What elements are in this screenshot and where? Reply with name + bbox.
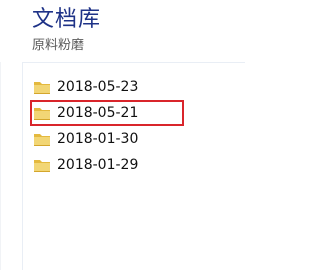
- library-title: 文档库: [32, 7, 102, 32]
- folder-item-2018-05-23[interactable]: 2018-05-23: [31, 75, 183, 99]
- folder-item-2018-05-21[interactable]: 2018-05-21: [30, 100, 184, 126]
- folder-name: 2018-05-21: [57, 105, 139, 121]
- folder-name: 2018-05-23: [57, 79, 139, 95]
- folder-list: 2018-05-23 2018-05-21 2018-01-30 2018-01…: [30, 75, 184, 179]
- library-header: 文档库 原料粉磨: [0, 0, 244, 62]
- folder-name: 2018-01-30: [57, 131, 139, 147]
- folder-name: 2018-01-29: [57, 157, 139, 173]
- library-subtitle: 原料粉磨: [32, 38, 85, 53]
- explorer-window: 文档库 原料粉磨 2018-05-23 2018-05-21 2018-01-3…: [0, 0, 245, 270]
- folder-item-2018-01-30[interactable]: 2018-01-30: [31, 127, 183, 151]
- folder-icon: [34, 82, 50, 94]
- navigation-pane-edge: [0, 62, 1, 270]
- folder-icon: [34, 160, 50, 172]
- folder-icon: [34, 134, 50, 146]
- folder-item-2018-01-29[interactable]: 2018-01-29: [31, 153, 183, 177]
- folder-icon: [34, 108, 50, 120]
- file-list-pane: 2018-05-23 2018-05-21 2018-01-30 2018-01…: [22, 62, 245, 270]
